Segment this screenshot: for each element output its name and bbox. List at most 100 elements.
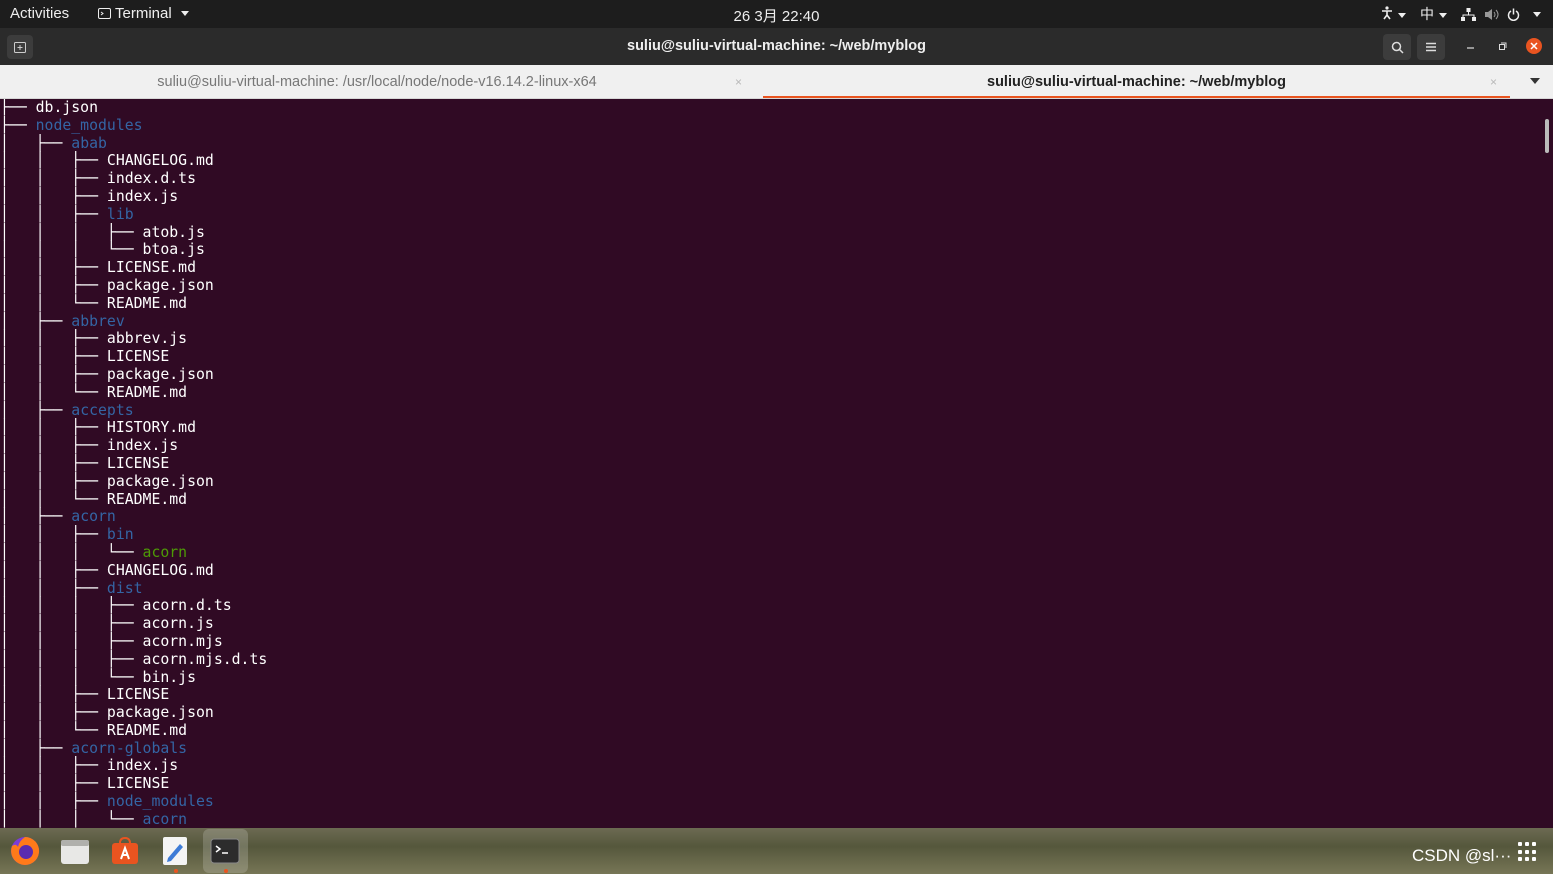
show-apps-icon[interactable] [1518,842,1538,862]
tree-branch: │ │ ├── [0,187,107,205]
chevron-down-icon [1439,12,1447,18]
volume-muted-icon [1485,8,1499,20]
terminal-line: │ │ ├── index.d.ts [0,170,267,188]
tree-branch: │ │ │ ├── [0,650,143,668]
tree-branch: │ │ ├── [0,259,107,277]
tree-branch: │ ├── [0,134,72,152]
terminal-line: │ │ ├── package.json [0,473,267,491]
tree-branch: │ │ ├── [0,365,107,383]
directory-name: acorn [71,508,116,526]
file-name: btoa.js [142,241,205,259]
menu-button[interactable] [1417,34,1445,60]
file-name: atob.js [142,223,205,241]
file-name: README.md [106,383,188,401]
software-center-icon [112,836,138,864]
tree-branch: │ │ ├── [0,276,107,294]
file-name: acorn.mjs.d.ts [142,650,268,668]
power-icon [1507,8,1520,21]
terminal-line: │ │ │ └── btoa.js [0,241,267,259]
file-name: index.js [106,757,179,775]
tree-branch: │ │ │ ├── [0,632,143,650]
system-menu[interactable] [1461,7,1541,21]
running-indicator [174,869,178,873]
terminal-line: │ │ └── README.md [0,295,267,313]
tree-branch: │ ├── [0,508,72,526]
file-name: package.json [106,365,214,383]
tab-node-dir[interactable]: suliu@suliu-virtual-machine: /usr/local/… [0,65,762,98]
running-indicator [224,869,228,873]
top-bar: Activities Terminal 26 3月 22:40 中 [0,0,1553,28]
hamburger-icon [1426,42,1436,52]
executable-name: acorn [142,543,188,561]
terminal-line: │ │ └── README.md [0,384,267,402]
terminal-line: │ │ ├── CHANGELOG.md [0,152,267,170]
scrollbar[interactable] [1545,119,1549,153]
close-tab-icon[interactable]: × [1490,75,1497,89]
file-name: package.json [106,276,214,294]
files-launcher[interactable] [58,834,92,868]
terminal-line: │ │ ├── node_modules [0,793,267,811]
terminal-line: │ │ ├── HISTORY.md [0,419,267,437]
terminal-line: │ │ │ ├── acorn.mjs [0,633,267,651]
tab-list-dropdown[interactable] [1530,78,1540,84]
network-icon [1461,7,1476,21]
dock [0,828,1553,874]
tree-branch: │ │ ├── [0,170,107,188]
maximize-button[interactable] [1493,37,1511,55]
close-icon [1530,42,1538,50]
tree-branch: │ │ │ └── [0,543,143,561]
file-name: LICENSE [106,686,170,704]
directory-name: abab [71,134,107,152]
tree-branch: │ │ ├── [0,757,107,775]
terminal-line: │ │ ├── bin [0,526,267,544]
text-editor-launcher[interactable] [158,834,192,868]
firefox-launcher[interactable] [8,834,42,868]
close-window-button[interactable] [1526,38,1542,54]
terminal-line: │ │ ├── LICENSE [0,455,267,473]
files-icon [61,840,89,864]
tab-bar: suliu@suliu-virtual-machine: /usr/local/… [0,65,1553,99]
minimize-button[interactable] [1461,37,1479,55]
close-tab-icon[interactable]: × [735,75,742,89]
terminal-line: │ │ ├── package.json [0,704,267,722]
file-name: LICENSE.md [106,259,196,277]
file-name: package.json [106,472,214,490]
watermark: CSDN @sl··· [1412,846,1512,865]
terminal-line: │ │ ├── index.js [0,757,267,775]
tree-listing: ├── db.json ├── node_modules │ ├── abab │ │… [0,99,267,828]
terminal-launcher[interactable] [208,834,242,868]
tree-branch: ├── [0,116,36,134]
tree-branch: │ │ │ ├── [0,615,143,633]
terminal-line: │ │ │ └── bin.js [0,669,267,687]
file-name: CHANGELOG.md [106,152,214,170]
tree-branch: │ │ │ ├── [0,223,143,241]
window-titlebar[interactable]: suliu@suliu-virtual-machine: ~/web/myblo… [0,28,1553,65]
terminal-line: │ │ │ ├── acorn.d.ts [0,597,267,615]
file-name: abbrev.js [106,330,188,348]
terminal-line: │ │ │ └── acorn [0,544,267,562]
search-button[interactable] [1383,34,1411,60]
terminal-output[interactable]: ├── db.json ├── node_modules │ ├── abab │ │… [0,99,1553,828]
accessibility-menu[interactable] [1381,5,1406,23]
terminal-line: │ ├── abbrev [0,313,267,331]
tree-branch: │ ├── [0,312,72,330]
tab-label: suliu@suliu-virtual-machine: ~/web/myblo… [987,73,1286,90]
terminal-line: │ │ │ ├── acorn.js [0,615,267,633]
tree-branch: │ │ │ ├── [0,597,143,615]
chevron-down-icon [1533,11,1541,17]
directory-name: acorn-globals [71,739,188,757]
tab-myblog[interactable]: suliu@suliu-virtual-machine: ~/web/myblo… [763,65,1510,98]
terminal-line: │ │ ├── LICENSE [0,348,267,366]
directory-name: lib [106,205,134,223]
tree-branch: │ │ ├── [0,472,107,490]
terminal-icon [210,838,240,864]
terminal-line: │ │ ├── abbrev.js [0,330,267,348]
terminal-line: │ │ └── README.md [0,491,267,509]
terminal-line: │ ├── acorn [0,508,267,526]
input-method-menu[interactable]: 中 [1420,4,1447,24]
directory-name: abbrev [71,312,125,330]
tree-branch: │ │ │ └── [0,668,143,686]
clock[interactable]: 26 3月 22:40 [0,5,1553,26]
software-launcher[interactable] [108,834,142,868]
tree-branch: │ │ │ └── [0,810,143,828]
